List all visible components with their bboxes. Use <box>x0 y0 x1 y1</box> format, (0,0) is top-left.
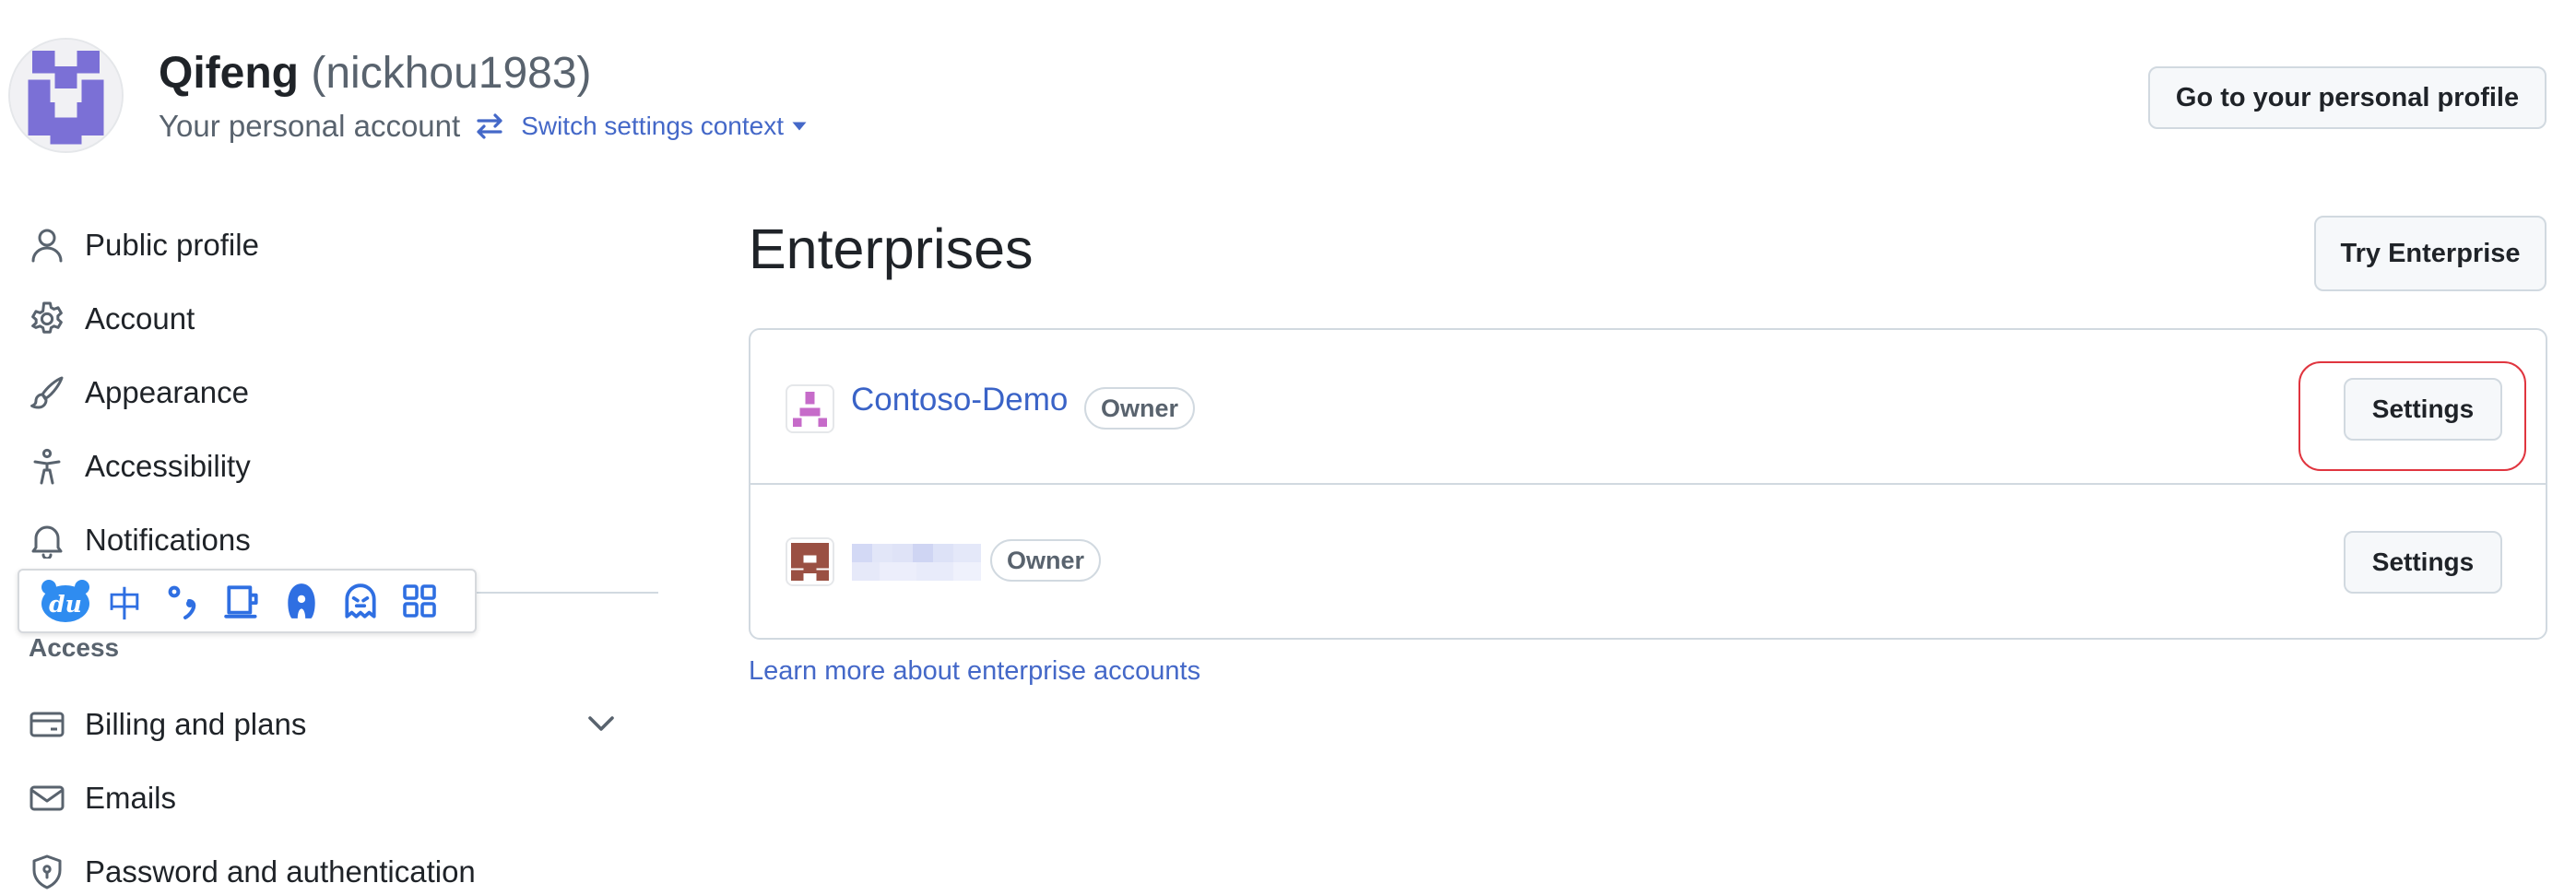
mail-icon <box>27 778 67 818</box>
user-login: (nickhou1983) <box>311 49 592 98</box>
enterprise-settings-button[interactable]: Settings <box>2344 378 2502 441</box>
account-owner-name: Qifeng (nickhou1983) <box>159 48 592 100</box>
enterprise-settings-button[interactable]: Settings <box>2344 531 2502 594</box>
accessibility-icon <box>27 446 67 487</box>
account-context: Your personal account Switch settings co… <box>159 106 808 147</box>
sidebar-section-heading-access: Access <box>29 633 120 662</box>
sidebar-item-appearance[interactable]: Appearance <box>27 365 249 420</box>
sidebar-item-label: Emails <box>85 781 177 815</box>
sidebar-item-label: Accessibility <box>85 449 251 483</box>
sidebar-item-notifications[interactable]: Notifications <box>27 512 251 568</box>
bell-icon <box>27 520 67 560</box>
enterprise-list: Contoso-Demo Owner Settings Owner Settin… <box>749 328 2547 640</box>
page-title: Enterprises <box>749 218 1034 280</box>
sidebar-item-account[interactable]: Account <box>27 291 195 347</box>
go-to-personal-profile-button[interactable]: Go to your personal profile <box>2148 66 2546 129</box>
role-badge: Owner <box>990 539 1102 582</box>
sidebar-item-accessibility[interactable]: Accessibility <box>27 439 251 494</box>
sidebar-item-emails[interactable]: Emails <box>27 771 176 826</box>
sidebar-item-label: Notifications <box>85 523 251 557</box>
skin-icon[interactable] <box>272 576 331 626</box>
sidebar-item-billing-and-plans[interactable]: Billing and plans <box>27 697 306 752</box>
shield-lock-icon <box>27 852 67 892</box>
display-name: Qifeng <box>159 49 299 98</box>
switch-settings-context-link[interactable]: Switch settings context <box>473 112 808 141</box>
paintbrush-icon <box>27 372 67 413</box>
sidebar-item-label: Account <box>85 301 195 336</box>
arrow-switch-icon <box>477 113 502 139</box>
soft-keyboard-icon[interactable] <box>213 576 272 626</box>
sidebar-item-password-and-authentication[interactable]: Password and authentication <box>27 844 476 895</box>
sidebar-item-label: Appearance <box>85 375 249 409</box>
ime-toolbar: du 中 <box>18 569 477 633</box>
enterprise-avatar[interactable] <box>786 537 834 586</box>
emoji-icon[interactable] <box>331 576 390 626</box>
enterprise-row: Contoso-Demo Owner Settings <box>750 330 2546 485</box>
enterprise-avatar[interactable] <box>786 384 834 433</box>
enterprise-name-link[interactable]: Contoso-Demo <box>851 382 1068 418</box>
grid-menu-icon[interactable] <box>390 576 449 626</box>
switch-settings-context-label: Switch settings context <box>521 112 784 140</box>
learn-more-enterprise-accounts-link[interactable]: Learn more about enterprise accounts <box>749 656 1200 687</box>
sidebar-item-label: Billing and plans <box>85 707 307 741</box>
gear-icon <box>27 299 67 339</box>
redacted-enterprise-name <box>852 544 981 581</box>
try-enterprise-button[interactable]: Try Enterprise <box>2314 216 2546 291</box>
punctuation-icon[interactable] <box>154 576 213 626</box>
baidu-logo-icon[interactable]: du <box>36 576 95 626</box>
credit-card-icon <box>27 704 67 745</box>
person-icon <box>27 225 67 265</box>
chevron-down-icon[interactable] <box>585 710 618 737</box>
triangle-down-icon <box>792 122 807 131</box>
sidebar-item-public-profile[interactable]: Public profile <box>27 218 259 273</box>
sidebar-item-label: Public profile <box>85 228 259 262</box>
personal-account-label: Your personal account <box>159 109 461 143</box>
role-badge: Owner <box>1084 387 1196 430</box>
sidebar-item-label: Password and authentication <box>85 854 476 889</box>
svg-text:du: du <box>49 591 82 618</box>
enterprise-row: Owner Settings <box>750 485 2546 640</box>
chinese-mode-icon[interactable]: 中 <box>95 576 154 626</box>
user-avatar[interactable] <box>8 38 124 153</box>
